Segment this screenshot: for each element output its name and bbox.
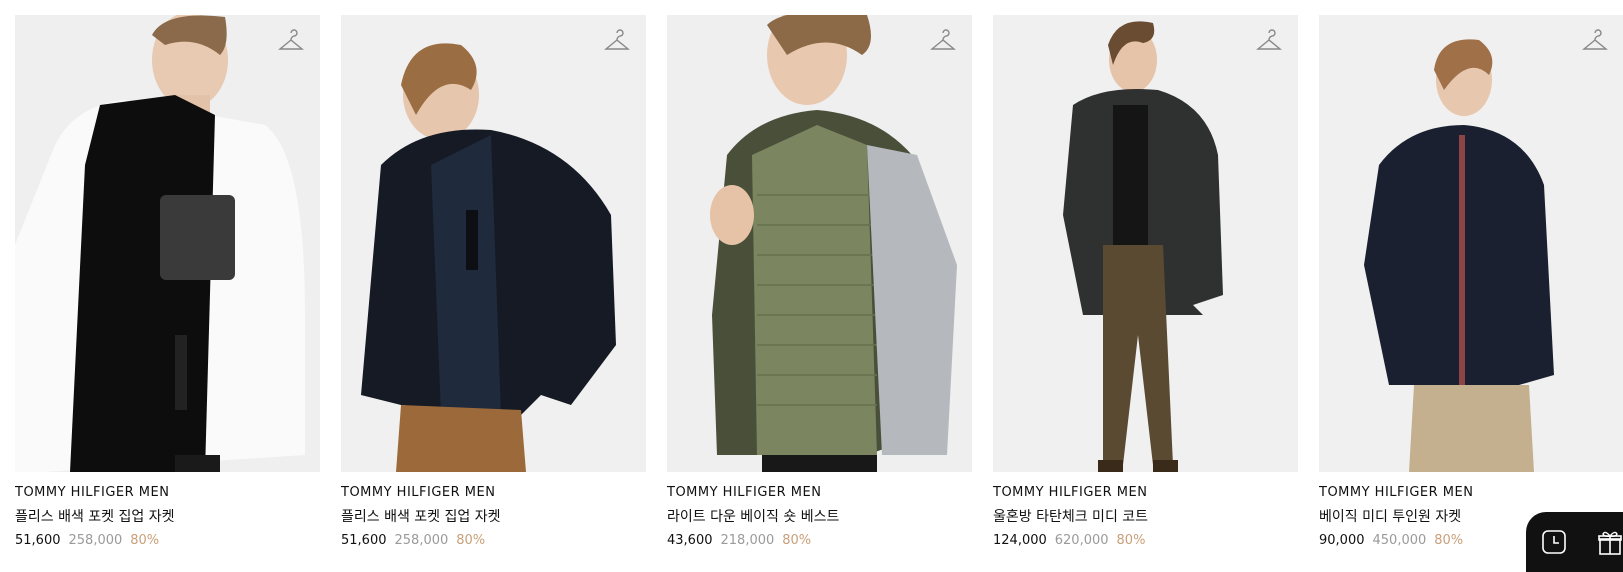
sale-price: 90,000 xyxy=(1319,533,1365,548)
product-card[interactable]: TOMMY HILFIGER MEN 라이트 다운 베이직 숏 베스트 43,6… xyxy=(667,15,972,551)
sale-price: 43,600 xyxy=(667,533,713,548)
product-name[interactable]: 플리스 배색 포켓 집업 자켓 xyxy=(341,507,646,527)
product-image[interactable] xyxy=(15,15,320,472)
discount-rate: 80% xyxy=(456,533,486,548)
product-name[interactable]: 라이트 다운 베이직 숏 베스트 xyxy=(667,507,972,527)
product-prices: 51,600 258,000 80% xyxy=(15,531,320,551)
hanger-icon[interactable] xyxy=(278,29,304,55)
discount-rate: 80% xyxy=(130,533,160,548)
sale-price: 124,000 xyxy=(993,533,1047,548)
hanger-icon[interactable] xyxy=(1582,29,1608,55)
hanger-icon[interactable] xyxy=(930,29,956,55)
product-prices: 124,000 620,000 80% xyxy=(993,531,1298,551)
product-image[interactable] xyxy=(667,15,972,472)
hanger-icon[interactable] xyxy=(604,29,630,55)
product-image[interactable] xyxy=(1319,15,1623,472)
sale-price: 51,600 xyxy=(15,533,61,548)
product-brand[interactable]: TOMMY HILFIGER MEN xyxy=(341,484,646,502)
product-card[interactable]: TOMMY HILFIGER MEN 울혼방 타탄체크 미디 코트 124,00… xyxy=(993,15,1298,551)
discount-rate: 80% xyxy=(1116,533,1146,548)
product-card[interactable]: TOMMY HILFIGER MEN 베이직 미디 투인원 자켓 90,000 4… xyxy=(1319,15,1623,551)
hanger-icon[interactable] xyxy=(1256,29,1282,55)
quick-menu-dock xyxy=(1526,512,1623,572)
product-card[interactable]: TOMMY HILFIGER MEN 플리스 배색 포켓 집업 자켓 51,60… xyxy=(341,15,646,551)
original-price: 620,000 xyxy=(1054,533,1109,548)
product-prices: 43,600 218,000 80% xyxy=(667,531,972,551)
original-price: 450,000 xyxy=(1372,533,1427,548)
product-image[interactable] xyxy=(341,15,646,472)
original-price: 258,000 xyxy=(394,533,449,548)
sale-price: 51,600 xyxy=(341,533,387,548)
product-image[interactable] xyxy=(993,15,1298,472)
product-card[interactable]: TOMMY HILFIGER MEN 플리스 배색 포켓 집업 자켓 51,60… xyxy=(15,15,320,551)
product-name[interactable]: 울혼방 타탄체크 미디 코트 xyxy=(993,507,1298,527)
clock-icon[interactable] xyxy=(1540,528,1568,556)
product-brand[interactable]: TOMMY HILFIGER MEN xyxy=(993,484,1298,502)
product-prices: 51,600 258,000 80% xyxy=(341,531,646,551)
original-price: 258,000 xyxy=(68,533,123,548)
product-grid: TOMMY HILFIGER MEN 플리스 배색 포켓 집업 자켓 51,60… xyxy=(15,15,1623,551)
product-brand[interactable]: TOMMY HILFIGER MEN xyxy=(1319,484,1623,502)
product-brand[interactable]: TOMMY HILFIGER MEN xyxy=(15,484,320,502)
discount-rate: 80% xyxy=(782,533,812,548)
original-price: 218,000 xyxy=(720,533,775,548)
product-name[interactable]: 플리스 배색 포켓 집업 자켓 xyxy=(15,507,320,527)
product-brand[interactable]: TOMMY HILFIGER MEN xyxy=(667,484,972,502)
discount-rate: 80% xyxy=(1434,533,1464,548)
gift-icon[interactable] xyxy=(1596,528,1623,556)
